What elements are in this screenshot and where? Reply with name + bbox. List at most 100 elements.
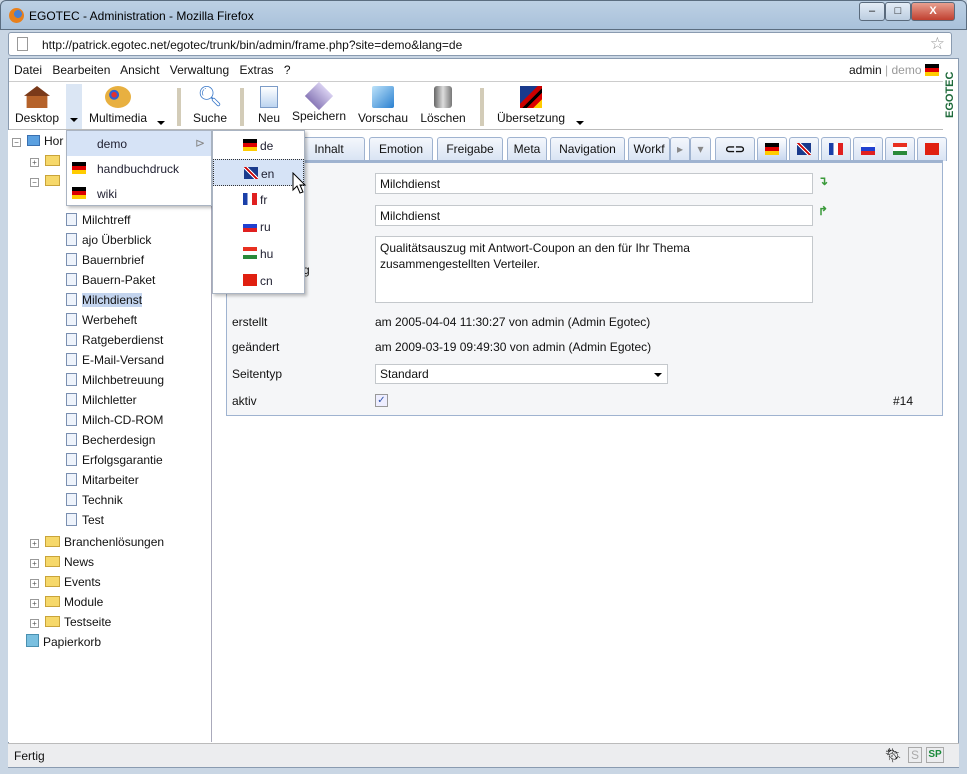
tabs-menu-icon[interactable]: ▾ xyxy=(690,137,711,161)
expand-icon[interactable]: + xyxy=(30,579,39,588)
tree-page[interactable]: Technik xyxy=(66,491,123,509)
tab-language-de[interactable] xyxy=(757,137,787,161)
menu-ansicht[interactable]: Ansicht xyxy=(120,63,159,77)
language-menu-item-cn[interactable]: cn xyxy=(213,267,304,294)
language-menu-item-fr[interactable]: fr xyxy=(213,186,304,213)
tree-page[interactable]: Bauern-Paket xyxy=(66,271,155,289)
uebersetzung-button[interactable]: Übersetzung xyxy=(495,86,567,125)
tab-workflow[interactable]: Workf xyxy=(628,137,670,161)
menu-bearbeiten[interactable]: Bearbeiten xyxy=(52,63,110,77)
tree-page[interactable]: Becherdesign xyxy=(66,431,155,449)
seitentyp-select[interactable]: Standard xyxy=(375,364,668,384)
tree-folder[interactable]: + Testseite xyxy=(30,613,111,631)
speichern-label: Speichern xyxy=(291,109,347,123)
arrow-down-green-icon[interactable]: ↴ xyxy=(818,174,828,188)
desktop-dropdown[interactable] xyxy=(66,84,82,130)
suche-button[interactable]: 🔍︎ Suche xyxy=(190,86,230,125)
tab-navigation[interactable]: Navigation xyxy=(550,137,625,161)
trash-icon xyxy=(434,86,452,108)
uebersetzung-dropdown-caret-icon[interactable] xyxy=(576,121,584,125)
tree-page[interactable]: E-Mail-Versand xyxy=(66,351,164,369)
user-name[interactable]: admin xyxy=(849,63,882,77)
tree-folder[interactable]: + Branchenlösungen xyxy=(30,533,164,551)
language-menu-item-de[interactable]: de xyxy=(213,132,304,159)
language-menu-item-en[interactable]: en xyxy=(213,159,304,186)
tab-emotion[interactable]: Emotion xyxy=(369,137,433,161)
desktop-button[interactable]: Desktop xyxy=(12,86,62,125)
url-bar[interactable]: http://patrick.egotec.net/egotec/trunk/b… xyxy=(8,32,952,56)
site-menu-item-wiki[interactable]: wiki xyxy=(67,181,211,206)
tree-root[interactable]: − Hor xyxy=(12,132,63,150)
expand-icon[interactable]: + xyxy=(30,158,39,167)
vorschau-button[interactable]: Vorschau xyxy=(355,86,411,125)
tab-language-fr[interactable] xyxy=(821,137,851,161)
maximize-button[interactable]: □ xyxy=(885,2,911,21)
status-text: Fertig xyxy=(14,749,45,763)
tree-page[interactable]: Mitarbeiter xyxy=(66,471,139,489)
tree-page[interactable]: Bauernbrief xyxy=(66,251,144,269)
tree-page[interactable]: Milchdienst xyxy=(66,291,143,309)
save-icon xyxy=(304,81,334,111)
tree-page[interactable]: Milch-CD-ROM xyxy=(66,411,163,429)
tab-freigabe[interactable]: Freigabe xyxy=(437,137,503,161)
url-text[interactable]: http://patrick.egotec.net/egotec/trunk/b… xyxy=(42,38,462,52)
tree-page[interactable]: Werbeheft xyxy=(66,311,137,329)
tab-language-ru[interactable] xyxy=(853,137,883,161)
scroll-tabs-right-icon[interactable]: ▸ xyxy=(670,137,690,161)
loeschen-button[interactable]: Löschen xyxy=(417,86,469,125)
tree-folder[interactable]: − xyxy=(30,172,64,190)
expand-icon[interactable]: + xyxy=(30,599,39,608)
tree-page[interactable]: Ratgeberdienst xyxy=(66,331,163,349)
tree-folder[interactable]: + xyxy=(30,152,64,170)
tree-folder[interactable]: + News xyxy=(30,553,94,571)
arrow-up-green-icon[interactable]: ↱ xyxy=(818,204,828,218)
menu-datei[interactable]: Datei xyxy=(14,63,42,77)
flag-ru-icon xyxy=(243,220,257,232)
tree-page[interactable]: Milchbetreuung xyxy=(66,371,164,389)
s-addon-icon[interactable]: S xyxy=(908,747,922,763)
tree-page[interactable]: ajo Überblick xyxy=(66,231,151,249)
link-icon[interactable]: ⊂⊃ xyxy=(715,137,755,161)
tree-page[interactable]: Erfolgsgarantie xyxy=(66,451,163,469)
close-button[interactable]: X xyxy=(911,2,955,21)
tab-language-en[interactable] xyxy=(789,137,819,161)
tab-meta[interactable]: Meta xyxy=(507,137,547,161)
expand-icon[interactable]: + xyxy=(30,539,39,548)
tab-language-cn[interactable] xyxy=(917,137,947,161)
bookmark-star-icon[interactable]: ☆ xyxy=(930,34,945,54)
site-menu-item-demo[interactable]: demo ⊳ xyxy=(67,131,211,156)
expand-icon[interactable]: + xyxy=(30,559,39,568)
site-menu-item-handbuchdruck[interactable]: handbuchdruck xyxy=(67,156,211,181)
sp-addon-icon[interactable]: SP xyxy=(926,747,944,763)
tree-page-label: Milch-CD-ROM xyxy=(82,413,164,427)
tree-page[interactable]: Milchtreff xyxy=(66,211,130,229)
title-input[interactable]: Milchdienst xyxy=(375,173,813,194)
language-menu: de en fr ru hu cn xyxy=(212,130,305,294)
site-name[interactable]: demo xyxy=(892,63,922,77)
aktiv-checkbox[interactable]: ✓ xyxy=(375,394,388,407)
bug-icon[interactable]: 🪲︎ xyxy=(884,747,902,764)
language-menu-item-hu[interactable]: hu xyxy=(213,240,304,267)
collapse-icon[interactable]: − xyxy=(30,178,39,187)
collapse-icon[interactable]: − xyxy=(12,138,21,147)
name-input[interactable]: Milchdienst xyxy=(375,205,813,226)
tree-trash[interactable]: Papierkorb xyxy=(26,633,101,651)
neu-button[interactable]: Neu xyxy=(253,86,285,125)
multimedia-dropdown-caret-icon[interactable] xyxy=(157,121,165,125)
tree-folder[interactable]: + Module xyxy=(30,593,103,611)
language-menu-item-ru[interactable]: ru xyxy=(213,213,304,240)
menu-help[interactable]: ? xyxy=(284,63,291,77)
expand-icon[interactable]: + xyxy=(30,619,39,628)
multimedia-button[interactable]: Multimedia xyxy=(86,86,150,125)
tree-folder[interactable]: + Events xyxy=(30,573,101,591)
minimize-button[interactable]: – xyxy=(859,2,885,21)
tab-language-hu[interactable] xyxy=(885,137,915,161)
site-menu: demo ⊳ handbuchdruck wiki xyxy=(66,130,212,206)
speichern-button[interactable]: Speichern xyxy=(290,81,348,123)
tree-page[interactable]: Milchletter xyxy=(66,391,137,409)
description-textarea[interactable]: Qualitätsauszug mit Antwort-Coupon an de… xyxy=(375,236,813,303)
menu-verwaltung[interactable]: Verwaltung xyxy=(170,63,229,77)
uebersetzung-label: Übersetzung xyxy=(496,111,566,125)
menu-extras[interactable]: Extras xyxy=(240,63,274,77)
tree-page[interactable]: Test xyxy=(66,511,104,529)
